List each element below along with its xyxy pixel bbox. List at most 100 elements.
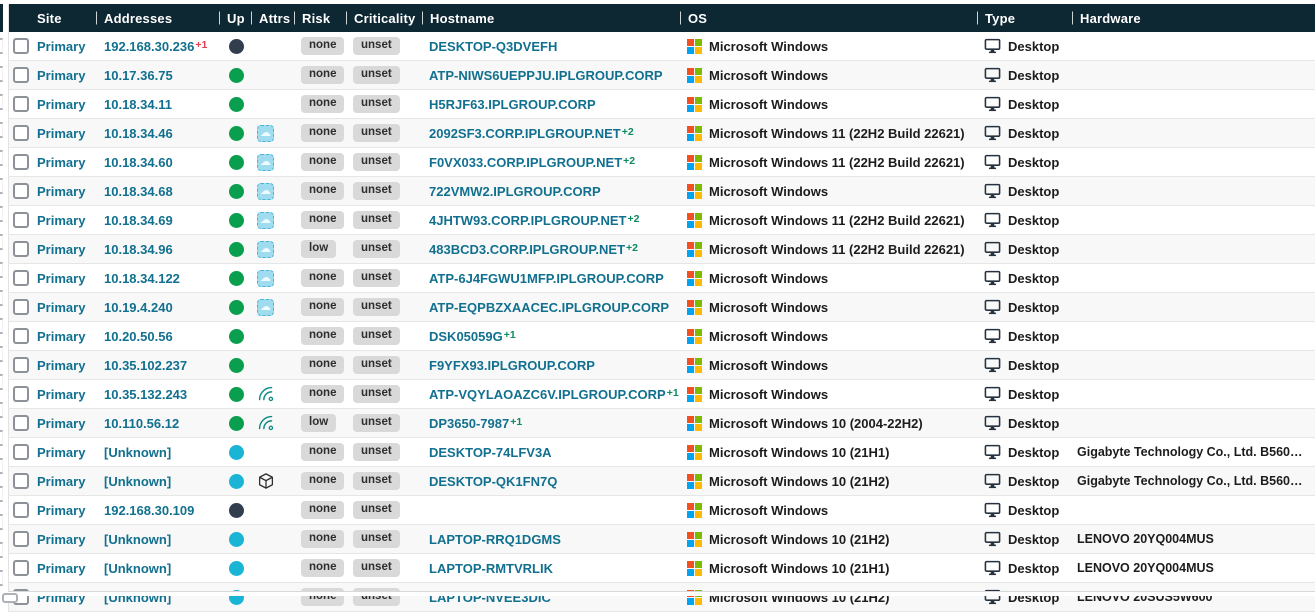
site-link[interactable]: Primary <box>34 213 85 228</box>
up-cell <box>219 206 251 234</box>
column-header-site-label[interactable]: Site <box>34 11 62 26</box>
criticality-badge: unset <box>353 211 400 229</box>
address-link[interactable]: [Unknown] <box>104 445 171 460</box>
hostname-link[interactable]: DSK05059G <box>429 329 503 344</box>
attrs-cell <box>251 380 294 408</box>
address-link[interactable]: 10.110.56.12 <box>104 416 179 431</box>
row-checkbox[interactable] <box>13 96 29 112</box>
address-link[interactable]: 10.20.50.56 <box>104 329 173 344</box>
site-link[interactable]: Primary <box>34 126 85 141</box>
column-header-addresses-label[interactable]: Addresses <box>96 11 172 26</box>
row-checkbox[interactable] <box>13 328 29 344</box>
row-checkbox[interactable] <box>13 67 29 83</box>
site-link[interactable]: Primary <box>34 39 85 54</box>
address-link[interactable]: 10.18.34.11 <box>104 97 172 112</box>
hostname-link[interactable]: ATP-NIWS6UEPPJU.IPLGROUP.CORP <box>429 68 663 83</box>
column-header-hostname-label[interactable]: Hostname <box>422 11 494 26</box>
site-link[interactable]: Primary <box>34 358 85 373</box>
site-link[interactable]: Primary <box>34 242 85 257</box>
address-link[interactable]: 10.18.34.96 <box>104 242 173 257</box>
address-link[interactable]: 10.18.34.122 <box>104 271 180 286</box>
site-link[interactable]: Primary <box>34 561 85 576</box>
risk-badge: none <box>301 124 344 142</box>
site-link[interactable]: Primary <box>34 416 85 431</box>
address-link[interactable]: 10.19.4.240 <box>104 300 173 315</box>
site-link[interactable]: Primary <box>34 329 85 344</box>
site-link[interactable]: Primary <box>34 97 85 112</box>
row-checkbox[interactable] <box>13 270 29 286</box>
hostname-link[interactable]: F0VX033.CORP.IPLGROUP.NET <box>429 155 622 170</box>
site-link[interactable]: Primary <box>34 445 85 460</box>
risk-badge: none <box>301 501 344 519</box>
hostname-link[interactable]: 483BCD3.CORP.IPLGROUP.NET <box>429 242 625 257</box>
row-checkbox[interactable] <box>13 502 29 518</box>
column-header-os-label[interactable]: OS <box>680 11 707 26</box>
address-link[interactable]: 10.18.34.68 <box>104 184 173 199</box>
hostname-link[interactable]: ATP-VQYLAOAZC6V.IPLGROUP.CORP <box>429 387 666 402</box>
hostname-link[interactable]: 722VMW2.IPLGROUP.CORP <box>429 184 601 199</box>
row-checkbox[interactable] <box>13 38 29 54</box>
column-header-type-label[interactable]: Type <box>977 11 1015 26</box>
hostname-link[interactable]: 2092SF3.CORP.IPLGROUP.NET <box>429 126 621 141</box>
row-checkbox[interactable] <box>13 560 29 576</box>
hostname-link[interactable]: DESKTOP-Q3DVEFH <box>429 39 557 54</box>
address-link[interactable]: 192.168.30.236 <box>104 39 194 54</box>
hostname-link[interactable]: LAPTOP-RMTVRLIK <box>429 561 553 576</box>
address-link[interactable]: 10.35.132.243 <box>104 387 187 402</box>
hostname-cell: LAPTOP-RMTVRLIK <box>422 554 680 582</box>
site-cell: Primary <box>34 264 96 292</box>
hostname-link[interactable]: DESKTOP-QK1FN7Q <box>429 474 557 489</box>
site-link[interactable]: Primary <box>34 68 85 83</box>
hostname-link[interactable]: LAPTOP-RRQ1DGMS <box>429 532 561 547</box>
column-header-up-label[interactable]: Up <box>219 11 245 26</box>
hostname-link[interactable]: H5RJF63.IPLGROUP.CORP <box>429 97 596 112</box>
risk-badge: none <box>301 211 344 229</box>
address-link[interactable]: 192.168.30.109 <box>104 503 194 518</box>
row-checkbox[interactable] <box>13 183 29 199</box>
column-header-hardware-label[interactable]: Hardware <box>1072 11 1141 26</box>
type-cell: Desktop <box>977 380 1072 408</box>
risk-cell: none <box>294 32 346 60</box>
row-checkbox[interactable] <box>13 415 29 431</box>
site-link[interactable]: Primary <box>34 184 85 199</box>
hostname-link[interactable]: DP3650-7987 <box>429 416 509 431</box>
row-checkbox[interactable] <box>13 212 29 228</box>
site-link[interactable]: Primary <box>34 387 85 402</box>
row-checkbox[interactable] <box>13 299 29 315</box>
site-link[interactable]: Primary <box>34 474 85 489</box>
row-checkbox[interactable] <box>13 473 29 489</box>
address-link[interactable]: 10.18.34.60 <box>104 155 173 170</box>
address-link[interactable]: [Unknown] <box>104 474 171 489</box>
row-checkbox[interactable] <box>13 531 29 547</box>
container-attribute-icon <box>257 472 275 490</box>
row-checkbox[interactable] <box>13 357 29 373</box>
column-header-attrs-label[interactable]: Attrs <box>251 11 290 26</box>
row-checkbox[interactable] <box>13 386 29 402</box>
row-checkbox[interactable] <box>13 154 29 170</box>
site-link[interactable]: Primary <box>34 532 85 547</box>
address-link[interactable]: 10.35.102.237 <box>104 358 187 373</box>
address-link[interactable]: 10.18.34.69 <box>104 213 173 228</box>
address-link[interactable]: [Unknown] <box>104 532 171 547</box>
address-link[interactable]: 10.17.36.75 <box>104 68 173 83</box>
os-cell: Microsoft Windows <box>680 496 977 524</box>
row-checkbox[interactable] <box>13 241 29 257</box>
address-link[interactable]: [Unknown] <box>104 561 171 576</box>
row-checkbox[interactable] <box>13 444 29 460</box>
column-header-criticality-label[interactable]: Criticality <box>346 11 415 26</box>
hostname-link[interactable]: F9YFX93.IPLGROUP.CORP <box>429 358 595 373</box>
risk-cell: none <box>294 438 346 466</box>
site-link[interactable]: Primary <box>34 271 85 286</box>
hostname-link[interactable]: ATP-EQPBZXAACEC.IPLGROUP.CORP <box>429 300 669 315</box>
site-link[interactable]: Primary <box>34 155 85 170</box>
row-checkbox[interactable] <box>13 125 29 141</box>
site-link[interactable]: Primary <box>34 300 85 315</box>
site-link[interactable]: Primary <box>34 503 85 518</box>
hostname-link[interactable]: DESKTOP-74LFV3A <box>429 445 552 460</box>
address-link[interactable]: 10.18.34.46 <box>104 126 173 141</box>
hostname-link[interactable]: ATP-6J4FGWU1MFP.IPLGROUP.CORP <box>429 271 664 286</box>
criticality-badge: unset <box>353 530 400 548</box>
column-header-risk-label[interactable]: Risk <box>294 11 330 26</box>
hostname-link[interactable]: 4JHTW93.CORP.IPLGROUP.NET <box>429 213 626 228</box>
hostname-cell: F9YFX93.IPLGROUP.CORP <box>422 351 680 379</box>
